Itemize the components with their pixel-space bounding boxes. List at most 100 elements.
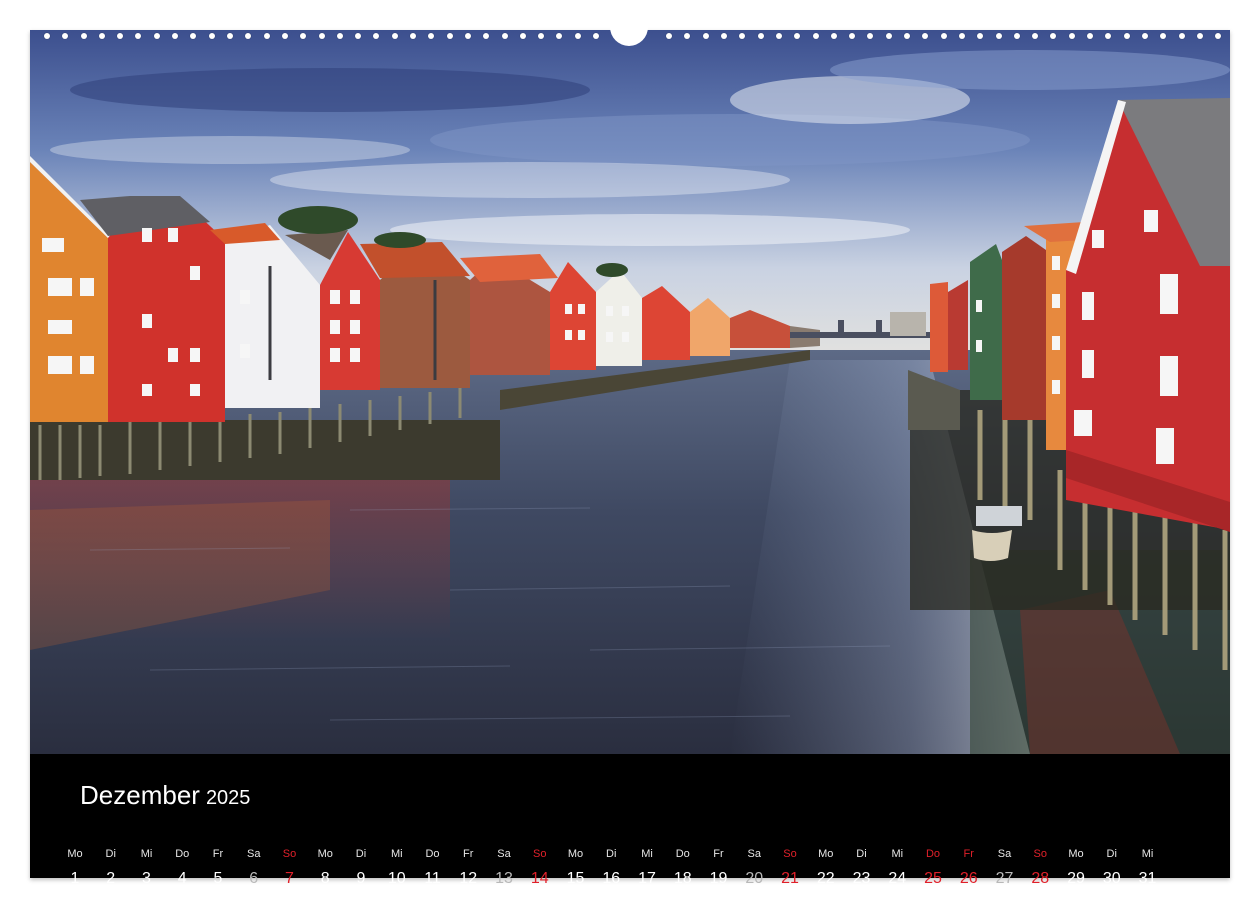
binding-hole (1160, 33, 1166, 39)
binding-hole (428, 33, 434, 39)
binding-hole (62, 33, 68, 39)
day-number: 21 (781, 870, 799, 887)
day-number: 17 (638, 870, 656, 887)
day-number: 11 (424, 870, 441, 887)
day-number: 31 (1138, 870, 1157, 887)
weekday-label: Do (675, 848, 690, 860)
day-number: 2 (106, 870, 116, 887)
binding-hole (1197, 33, 1203, 39)
binding-hole (886, 33, 892, 39)
day-number: 16 (602, 870, 621, 887)
weekday-label: Sa (997, 848, 1012, 860)
binding-hole (99, 33, 105, 39)
binding-hole (282, 33, 288, 39)
weekday-label: Mo (317, 848, 333, 860)
binding-hole (794, 33, 800, 39)
weekday-label: Do (425, 848, 440, 860)
weekday-label: Sa (497, 848, 511, 860)
binding-hole (758, 33, 764, 39)
binding-hole (684, 33, 690, 39)
binding-hole (922, 33, 928, 39)
binding-hole (1069, 33, 1075, 39)
day-number: 9 (356, 870, 366, 887)
binding-hole (849, 33, 855, 39)
day-number: 5 (213, 870, 223, 887)
weekday-label: Di (856, 848, 867, 860)
weekday-label: Mi (891, 848, 904, 860)
day-number: 3 (142, 870, 151, 887)
day-number: 14 (530, 870, 549, 887)
binding-hole (941, 33, 947, 39)
binding-hole (44, 33, 50, 39)
binding-hole (1105, 33, 1111, 39)
photo-trondheim-wharves (30, 30, 1230, 754)
year: 2025 (205, 787, 251, 809)
binding-hole (739, 33, 745, 39)
binding-hole (245, 33, 251, 39)
weekday-label: Fr (713, 848, 724, 860)
binding-hole (373, 33, 379, 39)
wire-binding (30, 22, 1230, 46)
weekday-label: Mi (641, 848, 653, 860)
day-number: 7 (285, 870, 294, 887)
weekday-label: Sa (747, 848, 761, 860)
binding-hole (977, 33, 983, 39)
binding-hole (1087, 33, 1093, 39)
day-number: 15 (566, 870, 585, 887)
weekday-label: Fr (463, 848, 474, 860)
binding-hole (593, 33, 599, 39)
weekday-label: Sa (247, 848, 261, 860)
binding-hole (319, 33, 325, 39)
binding-hole (520, 33, 526, 39)
weekday-label: So (783, 848, 797, 860)
binding-hole (447, 33, 453, 39)
weekday-label: Di (355, 848, 367, 860)
binding-hole (1215, 33, 1221, 39)
binding-hole (135, 33, 141, 39)
binding-hole (81, 33, 87, 39)
weekday-label: So (282, 848, 297, 860)
day-number: 23 (852, 870, 871, 887)
binding-hole (300, 33, 306, 39)
weekday-label: Di (1106, 848, 1117, 860)
weekday-label: Mi (1141, 848, 1154, 860)
binding-hole (1124, 33, 1130, 39)
day-number: 18 (673, 870, 692, 887)
day-number: 28 (1031, 870, 1050, 887)
day-number: 12 (459, 870, 478, 887)
binding-hole (1142, 33, 1148, 39)
day-number: 10 (387, 870, 406, 887)
binding-hole (483, 33, 489, 39)
weekday-label: Do (175, 848, 190, 860)
binding-hole (1050, 33, 1056, 39)
binding-hole (831, 33, 837, 39)
binding-hole (867, 33, 873, 39)
binding-hole (502, 33, 508, 39)
binding-hole (959, 33, 965, 39)
weekday-label: Mo (67, 848, 83, 860)
binding-hole (465, 33, 471, 39)
weekday-label: Mo (818, 848, 834, 860)
weekday-label: Di (105, 848, 116, 860)
day-number: 20 (745, 870, 764, 887)
binding-hole (776, 33, 782, 39)
binding-hole (666, 33, 672, 39)
weekday-label: Mo (1068, 848, 1084, 860)
binding-hole (556, 33, 562, 39)
month-title: Dezember 2025 (80, 780, 250, 811)
binding-hole (227, 33, 233, 39)
binding-hole (392, 33, 398, 39)
binding-hole (538, 33, 544, 39)
month-name: Dezember (80, 780, 200, 810)
binding-hole (410, 33, 416, 39)
calendar-grid: Dezember 2025 Mo 1 Di 2 Mi 3 Do 4 Fr 5 Sa 6 So 7 Mo 8 Di 9… (30, 754, 1230, 887)
binding-hole (154, 33, 160, 39)
binding-hole (1032, 33, 1038, 39)
weekday-label: Mo (567, 848, 584, 860)
weekday-label: Fr (963, 848, 974, 860)
weekday-label: Mi (390, 848, 403, 860)
binding-hole (813, 33, 819, 39)
day-number: 27 (995, 870, 1014, 887)
binding-hole (190, 33, 196, 39)
binding-hole (355, 33, 361, 39)
